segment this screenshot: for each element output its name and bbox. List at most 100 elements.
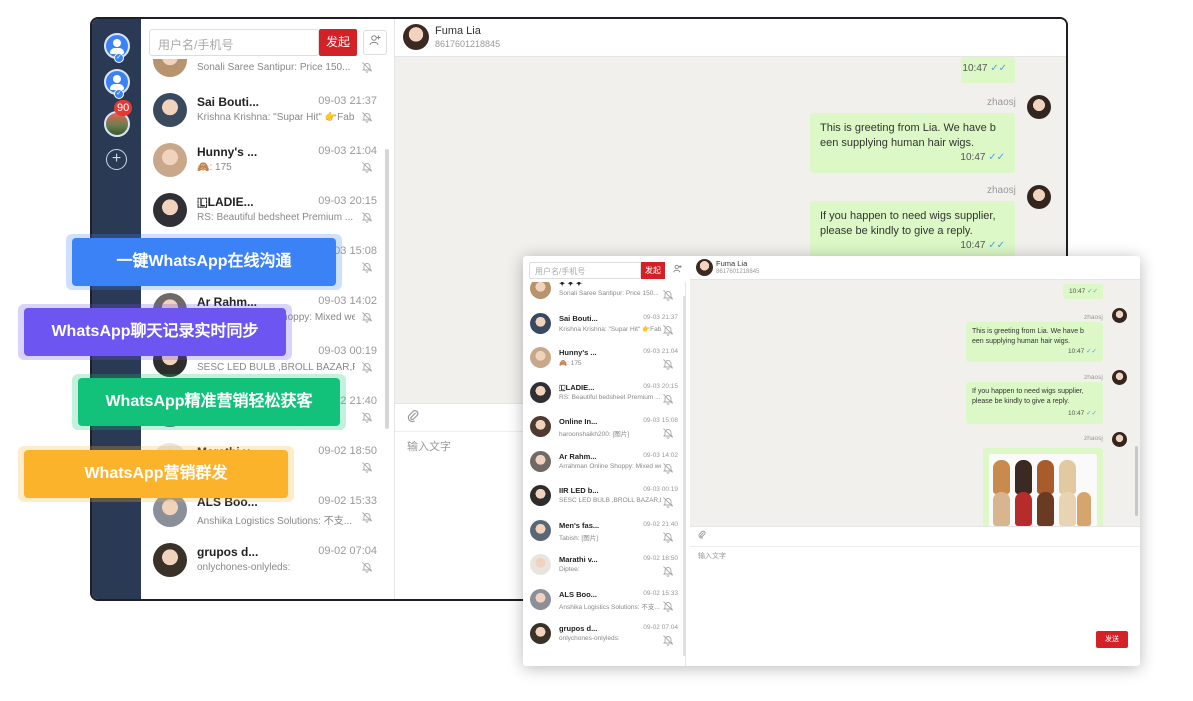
muted-bell-icon	[361, 161, 375, 175]
sender-avatar	[1027, 185, 1051, 209]
chat-contact-phone: 8617601218845	[716, 269, 760, 275]
contact-row[interactable]: 🇱LADIE... 09-03 20:15 RS: Beautiful bedshe…	[523, 380, 685, 414]
contact-avatar	[530, 519, 551, 541]
message-time: 10:47 ✓✓	[1068, 410, 1097, 417]
contact-preview: onlychones-onlyleds:	[197, 562, 291, 573]
contact-row[interactable]: Sai Bouti... 09-03 21:37 Krishna Krishna: …	[523, 311, 685, 345]
contact-scrollbar[interactable]	[683, 296, 686, 656]
message-bubble: 10:47 ✓✓	[1063, 284, 1103, 299]
contact-avatar	[530, 588, 551, 610]
sender-avatar	[1112, 308, 1127, 323]
muted-bell-icon	[662, 496, 674, 510]
contact-preview: Anshika Logistics Solutions: 不支...	[559, 603, 660, 611]
chat-contact-phone: 8617601218845	[435, 39, 501, 49]
muted-bell-icon	[662, 393, 674, 407]
unread-badge: 90	[114, 100, 133, 116]
contact-name: IIR LED b...	[559, 486, 599, 495]
paperclip-icon[interactable]	[407, 410, 419, 426]
message-text: If you happen to need wigs supplier, ple…	[820, 210, 996, 237]
contact-name: Marathi v...	[559, 555, 598, 564]
contact-time: 09-03 21:04	[643, 348, 678, 355]
contact-time: 09-02 07:04	[318, 545, 377, 557]
contact-row[interactable]: ✦ ✦ ✦Sonali Saree Santipur: Price 150...	[141, 59, 391, 89]
message-bubble: This is greeting from Lia. We have b een…	[966, 322, 1103, 362]
contact-name: 🇱LADIE...	[559, 382, 595, 392]
contact-scrollbar[interactable]	[385, 149, 389, 429]
person-add-icon[interactable]	[363, 30, 387, 55]
muted-bell-icon	[361, 511, 375, 525]
contact-preview: SESC LED BULB ,BROLL BAZAR,P...	[559, 497, 661, 504]
wig-photo[interactable]	[989, 454, 1097, 526]
muted-bell-icon	[361, 61, 375, 75]
contact-avatar	[530, 381, 551, 403]
start-chat-button[interactable]: 发起	[319, 29, 357, 56]
contact-row[interactable]: 🇱LADIE... 09-03 20:15 RS: Beautiful bedshe…	[141, 189, 391, 239]
chat-header: Fuma Lia 8617601218845	[395, 19, 1066, 57]
search-input[interactable]: 用户名/手机号	[529, 262, 641, 279]
contact-avatar[interactable]	[696, 259, 713, 276]
message-time: 10:47 ✓✓	[1069, 288, 1098, 295]
contact-preview: Sonali Saree Santipur: Price 150...	[197, 62, 351, 73]
contact-row[interactable]: Ar Rahm... 09-03 14:02 Arrahman Online Sho…	[523, 449, 685, 483]
image-message-bubble[interactable]	[983, 448, 1103, 526]
contact-time: 09-03 21:37	[643, 313, 678, 321]
contact-preview: RS: Beautiful bedsheet Premium ...	[559, 393, 661, 401]
contact-time: 09-03 21:04	[318, 145, 377, 157]
message-time: 10:47 ✓✓	[960, 240, 1005, 251]
muted-bell-icon	[361, 411, 375, 425]
contact-time: 09-02 15:33	[643, 589, 678, 597]
contact-avatar	[530, 485, 551, 506]
contact-row[interactable]: Men's fas... 09-02 21:40 Tabish: [图片]	[523, 518, 685, 552]
contact-avatar	[153, 59, 187, 77]
contact-name: Men's fas...	[559, 520, 600, 530]
muted-bell-icon	[662, 358, 674, 372]
message-bubble: If you happen to need wigs supplier, ple…	[966, 382, 1103, 424]
contact-row[interactable]: Hunny's ... 09-03 21:04 🙈: 175	[523, 345, 685, 379]
contact-avatar[interactable]	[403, 24, 429, 50]
contact-row[interactable]: Online In... 09-03 15:08 haroonshaikh200: …	[523, 414, 685, 448]
message-bubble: This is greeting from Lia. We have b een…	[810, 113, 1015, 173]
message-scrollbar[interactable]	[1135, 446, 1138, 516]
contact-preview: 🙈: 175	[559, 360, 582, 367]
contact-name: Ar Rahm...	[559, 451, 597, 461]
contact-preview: RS: Beautiful bedsheet Premium ...	[197, 212, 354, 223]
muted-bell-icon	[662, 289, 674, 303]
chat-contact-name: Fuma Lia	[716, 259, 748, 268]
contact-list: ✦ ✦ ✦ Sonali Saree Santipur: Price 150...…	[523, 282, 686, 666]
contact-row[interactable]: IIR LED b... 09-03 00:19 SESC LED BULB ,BR…	[523, 483, 685, 517]
double-check-icon: ✓✓	[988, 152, 1005, 163]
muted-bell-icon	[662, 531, 674, 545]
contact-row[interactable]: Hunny's ... 09-03 21:04 🙈: 175	[141, 139, 391, 189]
contact-row[interactable]: ALS Boo... 09-02 15:33 Anshika Logistics S…	[523, 587, 685, 621]
muted-bell-icon	[361, 461, 375, 475]
contact-row[interactable]: ✦ ✦ ✦Sonali Saree Santipur: Price 150...	[523, 282, 685, 310]
contact-row[interactable]: grupos d... 09-02 07:04 onlychones-onlyled…	[523, 621, 685, 655]
secondary-app-window: 用户名/手机号 发起 ✦ ✦ ✦ Sonali Saree Santipur: P…	[523, 256, 1140, 666]
contact-time: 09-02 18:50	[643, 555, 678, 562]
person-add-icon[interactable]	[670, 262, 684, 279]
send-button[interactable]: 发送	[1096, 631, 1128, 648]
sender-name: zhaosj	[1084, 314, 1103, 321]
message-input[interactable]: 输入文字	[690, 546, 1140, 666]
start-chat-button[interactable]: 发起	[641, 262, 665, 279]
account-avatar-2[interactable]: ✓	[104, 69, 130, 99]
search-input[interactable]: 用户名/手机号	[149, 29, 319, 56]
add-account-icon[interactable]: +	[106, 149, 127, 170]
check-icon: ✓	[114, 89, 124, 99]
contact-row[interactable]: Sai Bouti... 09-03 21:37 Krishna Krishna: …	[141, 89, 391, 139]
contact-row[interactable]: Marathi v... 09-02 18:50 Diptee:	[523, 552, 685, 586]
contact-name: Hunny's ...	[197, 145, 258, 159]
contact-name: ALS Boo...	[559, 589, 597, 599]
contact-preview: Diptee:	[559, 566, 580, 573]
contact-name: grupos d...	[197, 545, 259, 559]
feature-label-bulk-marketing: WhatsApp营销群发	[24, 450, 288, 498]
contact-preview: Krishna Krishna: "Supar Hit" 👉Fab...	[197, 112, 355, 123]
contact-row[interactable]: grupos d... 09-02 07:04 onlychones-onlyled…	[141, 539, 391, 589]
contact-avatar	[153, 543, 187, 577]
sender-avatar	[1027, 95, 1051, 119]
contact-avatar	[530, 450, 551, 472]
contact-preview: Tabish: [图片]	[559, 534, 599, 542]
paperclip-icon[interactable]	[698, 530, 706, 541]
sender-name: zhaosj	[987, 97, 1016, 108]
account-avatar-1[interactable]: ✓	[104, 33, 130, 63]
